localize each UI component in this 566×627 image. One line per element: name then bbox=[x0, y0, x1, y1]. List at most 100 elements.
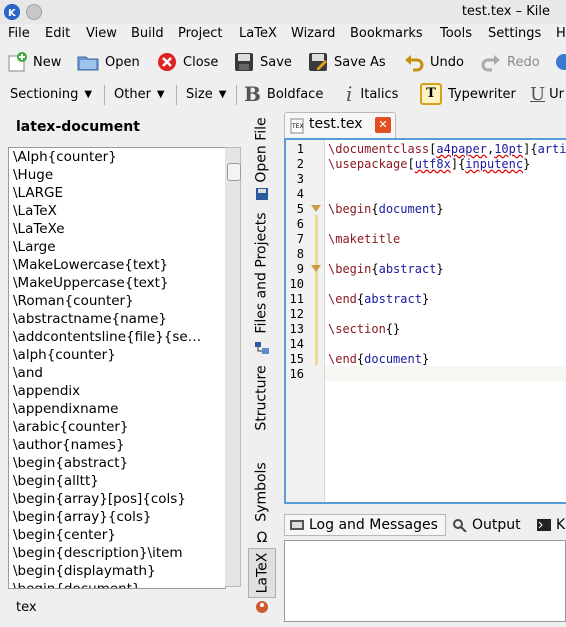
list-item[interactable]: \begin{displaymath} bbox=[9, 562, 225, 580]
command-list-scrollbar[interactable] bbox=[225, 147, 241, 587]
svg-text:TEX: TEX bbox=[291, 123, 304, 130]
boldface-label: Boldface bbox=[266, 86, 324, 102]
list-item[interactable]: \alph{counter} bbox=[9, 346, 225, 364]
tab-output[interactable]: Output bbox=[452, 514, 521, 536]
code-editor[interactable] bbox=[284, 138, 566, 504]
italics-button[interactable]: i Italics bbox=[346, 82, 398, 106]
tab-open-file[interactable]: Open File bbox=[248, 114, 276, 186]
save-as-label: Save As bbox=[334, 54, 386, 70]
close-button[interactable]: Close bbox=[156, 50, 218, 74]
list-item[interactable]: \Roman{counter} bbox=[9, 292, 225, 310]
line-number: 1 bbox=[296, 142, 304, 156]
code-line-13: \section{} bbox=[328, 322, 401, 336]
close-tab-icon[interactable]: ✕ bbox=[375, 117, 391, 133]
code-line-1: \documentclass[a4paper,10pt]{artic bbox=[328, 142, 566, 156]
list-item[interactable]: \MakeLowercase{text} bbox=[9, 256, 225, 274]
undo-button[interactable]: Undo bbox=[403, 50, 464, 74]
latex-user-icon bbox=[248, 598, 276, 616]
list-item[interactable]: \begin{center} bbox=[9, 526, 225, 544]
boldface-button[interactable]: B Boldface bbox=[244, 82, 324, 106]
list-item[interactable]: \begin{alltt} bbox=[9, 472, 225, 490]
save-as-button[interactable]: Save As bbox=[307, 50, 386, 74]
magnifier-icon bbox=[453, 519, 467, 532]
command-list[interactable]: \Alph{counter} \Huge \LARGE \LaTeX \LaTeXe \L… bbox=[8, 147, 226, 589]
list-item[interactable]: \arabic{counter} bbox=[9, 418, 225, 436]
menu-edit[interactable]: Edit bbox=[45, 26, 70, 41]
other-label: Other bbox=[114, 86, 151, 102]
tab-files-and-projects[interactable]: Files and Projects bbox=[248, 206, 276, 340]
scrollbar-thumb[interactable] bbox=[227, 163, 241, 181]
menu-project[interactable]: Project bbox=[178, 26, 222, 41]
open-button[interactable]: Open bbox=[76, 50, 140, 74]
line-number: 15 bbox=[289, 352, 304, 366]
menu-latex[interactable]: LaTeX bbox=[239, 26, 277, 41]
menu-bar: File Edit View Build Project LaTeX Wizar… bbox=[0, 24, 566, 46]
underline-button[interactable]: U Ur bbox=[530, 83, 564, 105]
tab-test-tex[interactable]: TEX test.tex ✕ bbox=[284, 112, 396, 139]
tab-tex[interactable]: tex bbox=[0, 597, 150, 622]
menu-bookmarks[interactable]: Bookmarks bbox=[350, 26, 423, 41]
tab-structure[interactable]: Structure bbox=[248, 358, 276, 438]
underline-icon: U bbox=[530, 83, 546, 105]
line-number: 16 bbox=[289, 367, 304, 381]
redo-arrow-icon bbox=[481, 55, 500, 72]
line-number: 6 bbox=[296, 217, 304, 231]
list-item[interactable]: \abstractname{name} bbox=[9, 310, 225, 328]
code-line-2: \usepackage[utf8x]{inputenc} bbox=[328, 157, 531, 171]
window-title: test.tex – Kile bbox=[461, 4, 550, 19]
more-toolbar-button[interactable] bbox=[553, 50, 566, 74]
side-tab-bar: Open File Files and Projects Structure S… bbox=[248, 112, 276, 622]
log-output-area[interactable] bbox=[284, 540, 566, 622]
menu-settings[interactable]: Settings bbox=[488, 26, 541, 41]
menu-file[interactable]: File bbox=[8, 26, 30, 41]
save-disk-icon bbox=[235, 53, 253, 71]
save-as-icon bbox=[309, 53, 327, 71]
fold-arrow-icon[interactable] bbox=[311, 205, 321, 212]
code-line-5: \begin{document} bbox=[328, 202, 444, 216]
list-item[interactable]: \begin{array}{cols} bbox=[9, 508, 225, 526]
save-button[interactable]: Save bbox=[233, 50, 292, 74]
list-item[interactable]: \begin{description}\item bbox=[9, 544, 225, 562]
list-item[interactable]: \begin{abstract} bbox=[9, 454, 225, 472]
list-item[interactable]: \begin{document} bbox=[9, 580, 225, 588]
menu-help[interactable]: H bbox=[556, 26, 566, 41]
tab-latex[interactable]: LaTeX bbox=[248, 548, 276, 598]
fold-arrow-icon[interactable] bbox=[311, 265, 321, 272]
typewriter-button[interactable]: T Typewriter bbox=[420, 83, 516, 105]
tab-log-and-messages[interactable]: Log and Messages bbox=[284, 514, 446, 536]
menu-view[interactable]: View bbox=[86, 26, 117, 41]
list-item[interactable]: \Large bbox=[9, 238, 225, 256]
list-item[interactable]: \and bbox=[9, 364, 225, 382]
terminal-icon bbox=[537, 519, 551, 531]
line-number: 13 bbox=[289, 322, 304, 336]
list-item[interactable]: \appendix bbox=[9, 382, 225, 400]
structure-tree-icon bbox=[248, 340, 276, 356]
list-item[interactable]: \LaTeXe bbox=[9, 220, 225, 238]
size-dropdown[interactable]: Size ▼ bbox=[186, 83, 226, 105]
list-item[interactable]: \appendixname bbox=[9, 400, 225, 418]
close-label: Close bbox=[183, 54, 219, 70]
close-icon bbox=[158, 53, 176, 71]
tab-konsole[interactable]: K bbox=[536, 514, 565, 536]
list-item[interactable]: \Huge bbox=[9, 166, 225, 184]
list-item[interactable]: \author{names} bbox=[9, 436, 225, 454]
menu-tools[interactable]: Tools bbox=[440, 26, 472, 41]
separator bbox=[104, 85, 105, 105]
list-item[interactable]: \Alph{counter} bbox=[9, 148, 225, 166]
new-button[interactable]: New bbox=[6, 50, 61, 74]
list-item[interactable]: \LaTeX bbox=[9, 202, 225, 220]
sectioning-dropdown[interactable]: Sectioning ▼ bbox=[10, 83, 92, 105]
other-dropdown[interactable]: Other ▼ bbox=[114, 83, 165, 105]
list-item[interactable]: \LARGE bbox=[9, 184, 225, 202]
tab-symbols[interactable]: Symbols bbox=[248, 452, 276, 532]
menu-build[interactable]: Build bbox=[131, 26, 164, 41]
list-item[interactable]: \MakeUppercase{text} bbox=[9, 274, 225, 292]
tab-label: test.tex bbox=[309, 116, 363, 132]
redo-button[interactable]: Redo bbox=[480, 50, 540, 74]
line-number: 9 bbox=[296, 262, 304, 276]
code-line-11: \end{abstract} bbox=[328, 292, 430, 306]
menu-wizard[interactable]: Wizard bbox=[291, 26, 335, 41]
line-number: 4 bbox=[296, 187, 304, 201]
list-item[interactable]: \begin{array}[pos]{cols} bbox=[9, 490, 225, 508]
list-item[interactable]: \addcontentsline{file}{se… bbox=[9, 328, 225, 346]
